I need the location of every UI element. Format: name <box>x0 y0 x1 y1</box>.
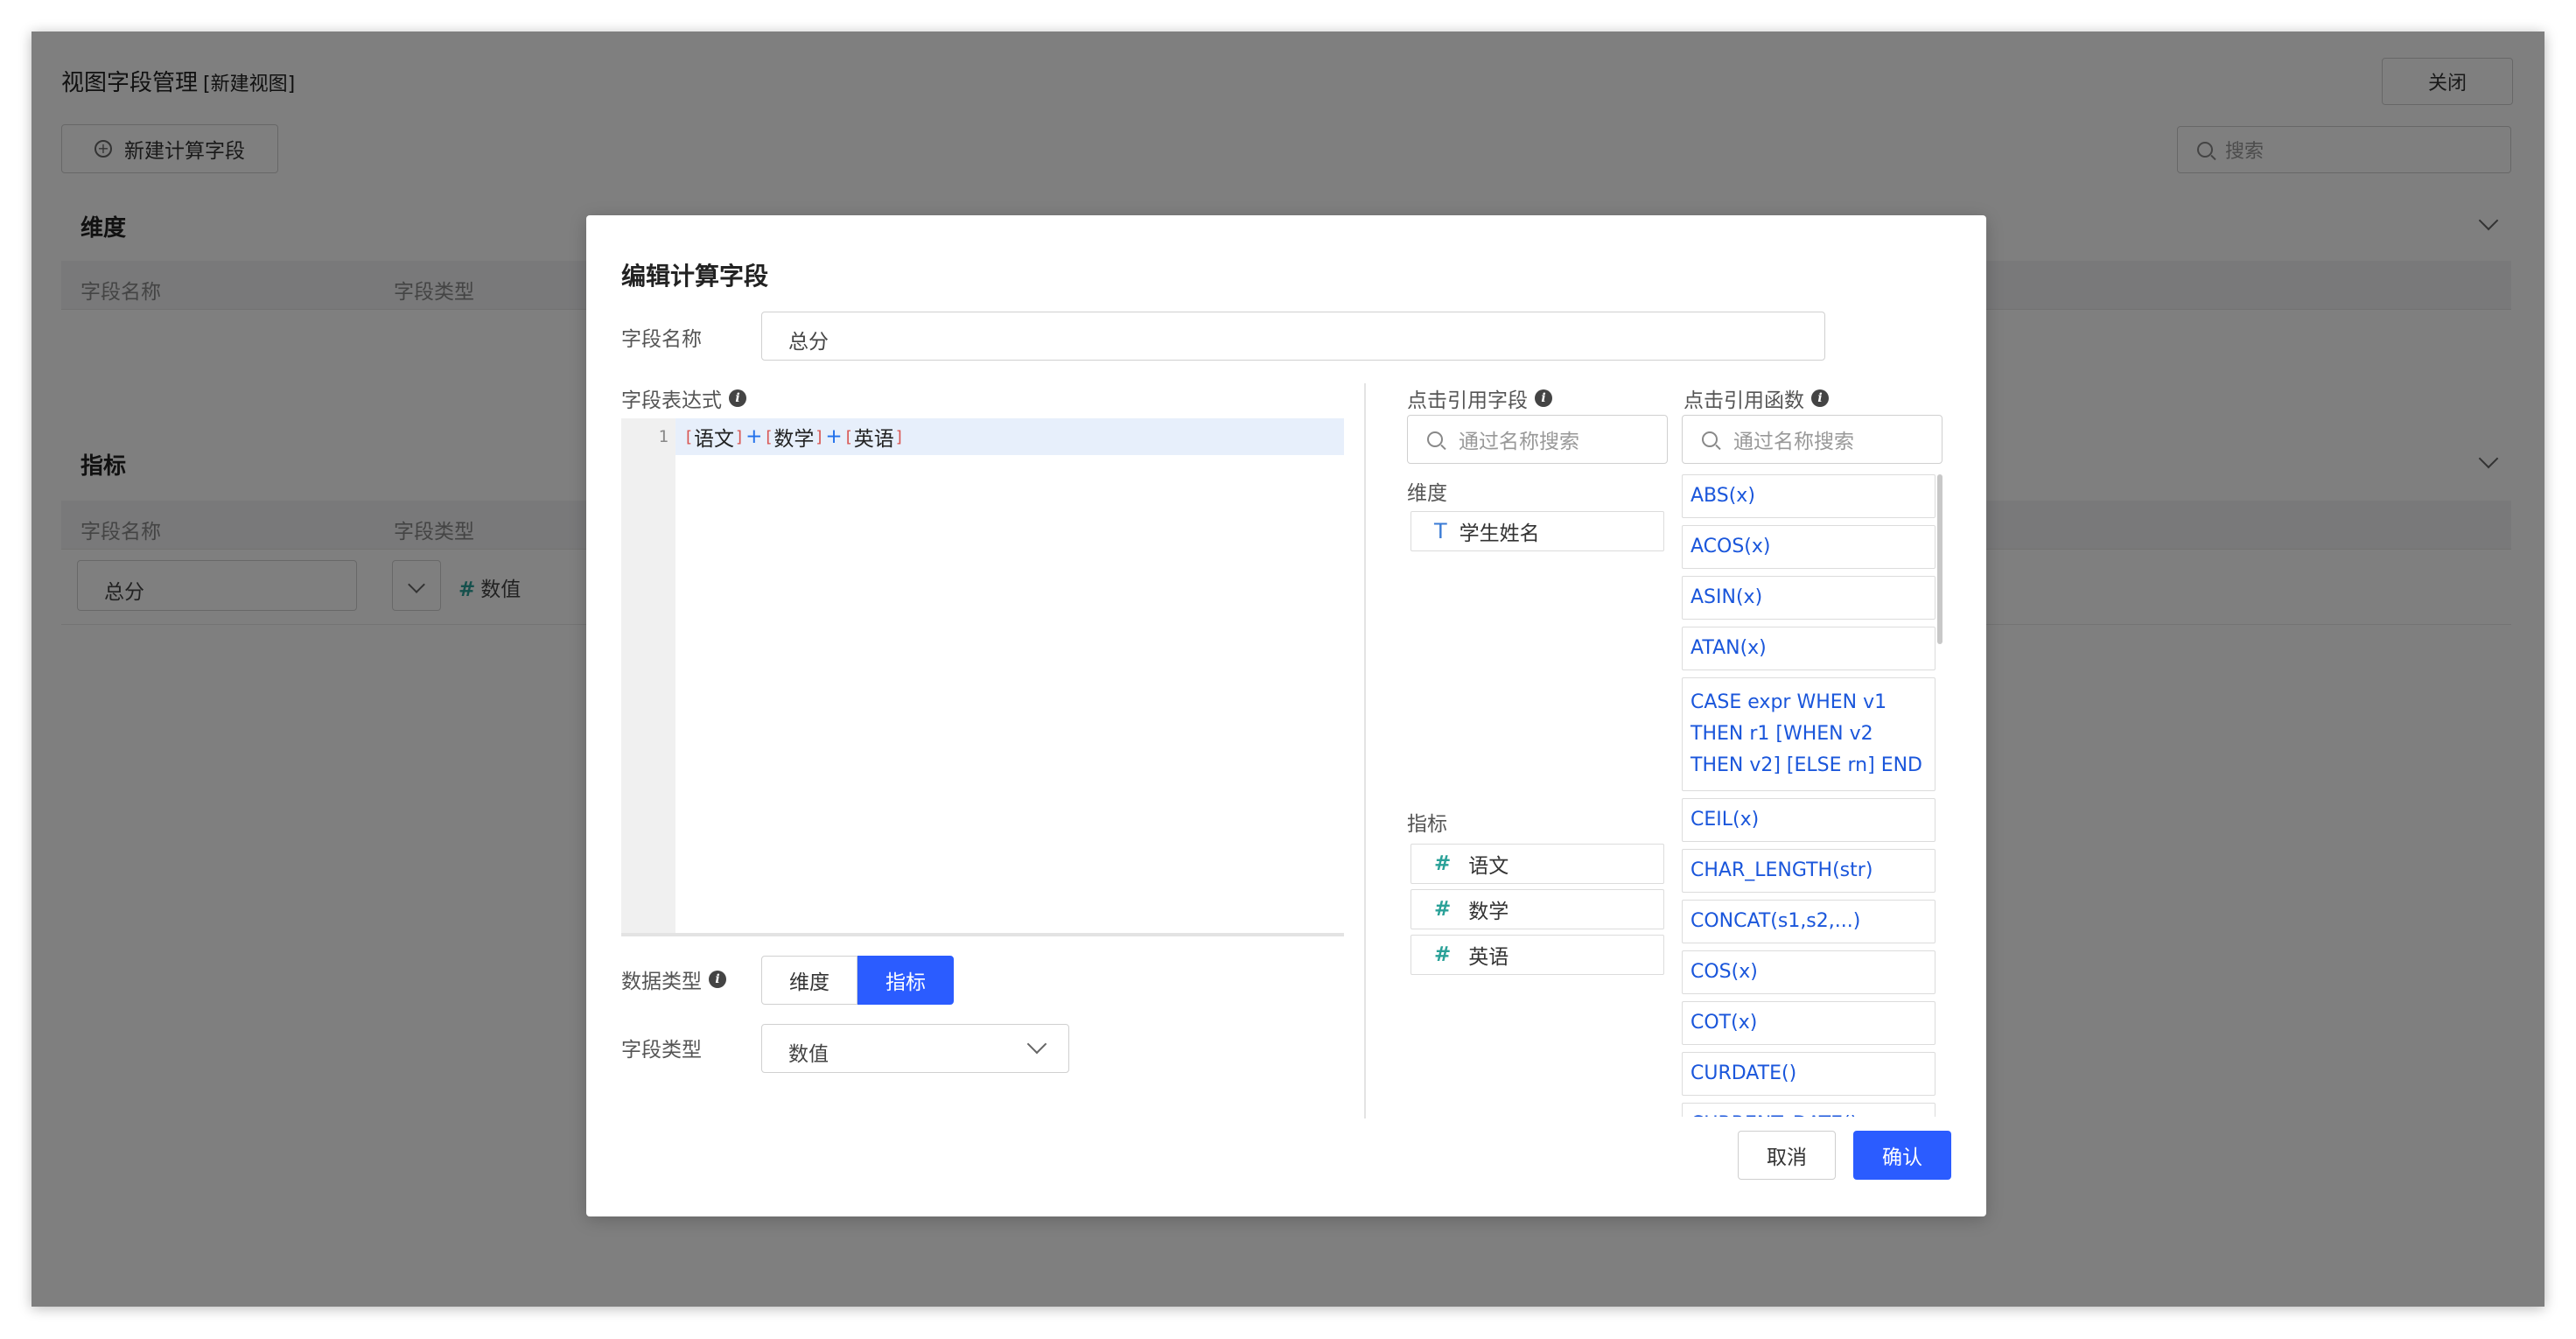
confirm-button[interactable]: 确认 <box>1853 1131 1951 1180</box>
field-name-label: 字段名称 <box>621 322 702 352</box>
search-icon <box>1702 431 1718 447</box>
data-type-label-text: 数据类型 <box>621 971 702 993</box>
expression-bracket: [ <box>845 427 852 446</box>
function-item[interactable]: ACOS(x) <box>1682 525 1936 569</box>
function-item[interactable]: ASIN(x) <box>1682 576 1936 620</box>
field-item-english[interactable]: # 英语 <box>1410 935 1664 975</box>
field-name-label-text: 字段名称 <box>621 328 702 351</box>
function-item[interactable]: COS(x) <box>1682 950 1936 994</box>
expression-bracket: [ <box>686 427 693 446</box>
data-type-option-dimension[interactable]: 维度 <box>761 956 858 1005</box>
dialog-title: 编辑计算字段 <box>621 262 769 291</box>
number-type-icon: # <box>1434 898 1452 921</box>
function-item[interactable]: CASE expr WHEN v1 THEN r1 [WHEN v2 THEN … <box>1682 677 1936 791</box>
cancel-button[interactable]: 取消 <box>1738 1131 1836 1180</box>
function-list-scrollbar[interactable] <box>1937 474 1942 644</box>
code-area[interactable]: [ 语文 ] + [ 数学 ] + [ 英语 ] <box>676 418 1344 933</box>
expression-bracket: [ <box>766 427 773 446</box>
data-type-option-metric[interactable]: 指标 <box>858 956 954 1005</box>
function-item[interactable]: CONCAT(s1,s2,...) <box>1682 900 1936 943</box>
field-item-label: 学生姓名 <box>1459 522 1540 545</box>
data-type-label: 数据类型 i <box>621 964 726 994</box>
func-ref-label-text: 点击引用函数 <box>1684 389 1804 412</box>
field-name-input[interactable]: 总分 <box>761 312 1825 361</box>
number-type-icon: # <box>1434 943 1452 966</box>
field-item-math[interactable]: # 数学 <box>1410 889 1664 929</box>
function-item[interactable]: CURDATE() <box>1682 1052 1936 1096</box>
function-item[interactable]: CHAR_LENGTH(str) <box>1682 849 1936 893</box>
field-ref-label: 点击引用字段 i <box>1407 383 1552 413</box>
number-type-icon: # <box>1434 852 1452 875</box>
expression-field-token: 英语 <box>853 428 894 451</box>
field-type-label-text: 字段类型 <box>621 1039 702 1062</box>
search-icon <box>1427 431 1443 447</box>
edit-calculated-field-dialog: 编辑计算字段 字段名称 总分 字段表达式 i 1 [ 语文 ] + [ 数学 ]… <box>586 215 1986 1216</box>
function-search-input[interactable]: 通过名称搜索 <box>1682 415 1942 464</box>
field-item-label: 英语 <box>1468 946 1509 969</box>
expression-operator: + <box>825 425 843 448</box>
function-item[interactable]: CEIL(x) <box>1682 798 1936 842</box>
editor-gutter: 1 <box>621 418 676 933</box>
expression-label: 字段表达式 i <box>621 383 746 413</box>
info-icon[interactable]: i <box>1535 389 1552 407</box>
field-item-student-name[interactable]: T 学生姓名 <box>1410 511 1664 551</box>
function-item[interactable]: ATAN(x) <box>1682 627 1936 670</box>
expression-field-token: 语文 <box>694 428 735 451</box>
function-item[interactable]: COT(x) <box>1682 1001 1936 1045</box>
field-item-chinese[interactable]: # 语文 <box>1410 844 1664 884</box>
field-search-placeholder: 通过名称搜索 <box>1459 431 1579 453</box>
function-list[interactable]: ABS(x) ACOS(x) ASIN(x) ATAN(x) CASE expr… <box>1682 474 1942 1117</box>
info-icon[interactable]: i <box>709 971 726 988</box>
info-icon[interactable]: i <box>729 389 746 407</box>
field-type-select[interactable]: 数值 <box>761 1024 1069 1073</box>
expression-field-token: 数学 <box>774 428 815 451</box>
data-type-toggle: 维度 指标 <box>761 956 954 1005</box>
expression-label-text: 字段表达式 <box>621 389 722 412</box>
field-ref-label-text: 点击引用字段 <box>1407 389 1528 412</box>
expression-bracket: ] <box>816 427 822 446</box>
func-ref-label: 点击引用函数 i <box>1684 383 1829 413</box>
function-search-placeholder: 通过名称搜索 <box>1733 431 1854 453</box>
field-item-label: 数学 <box>1468 901 1509 923</box>
panel-divider <box>1364 383 1366 1118</box>
function-item[interactable]: CURRENT_DATE() <box>1682 1103 1936 1117</box>
field-type-label: 字段类型 <box>621 1033 702 1062</box>
expression-bracket: ] <box>895 427 902 446</box>
field-group-metric-label: 指标 <box>1407 813 1447 836</box>
field-group-dimension-label: 维度 <box>1407 482 1447 505</box>
function-item[interactable]: ABS(x) <box>1682 474 1936 518</box>
field-item-label: 语文 <box>1468 855 1509 878</box>
expression-editor[interactable]: 1 [ 语文 ] + [ 数学 ] + [ 英语 ] <box>621 418 1344 936</box>
expression-line[interactable]: [ 语文 ] + [ 数学 ] + [ 英语 ] <box>676 418 1344 455</box>
expression-bracket: ] <box>736 427 743 446</box>
line-number: 1 <box>658 427 668 446</box>
expression-operator: + <box>746 425 763 448</box>
text-type-icon: T <box>1434 519 1447 543</box>
info-icon[interactable]: i <box>1811 389 1829 407</box>
field-search-input[interactable]: 通过名称搜索 <box>1407 415 1668 464</box>
